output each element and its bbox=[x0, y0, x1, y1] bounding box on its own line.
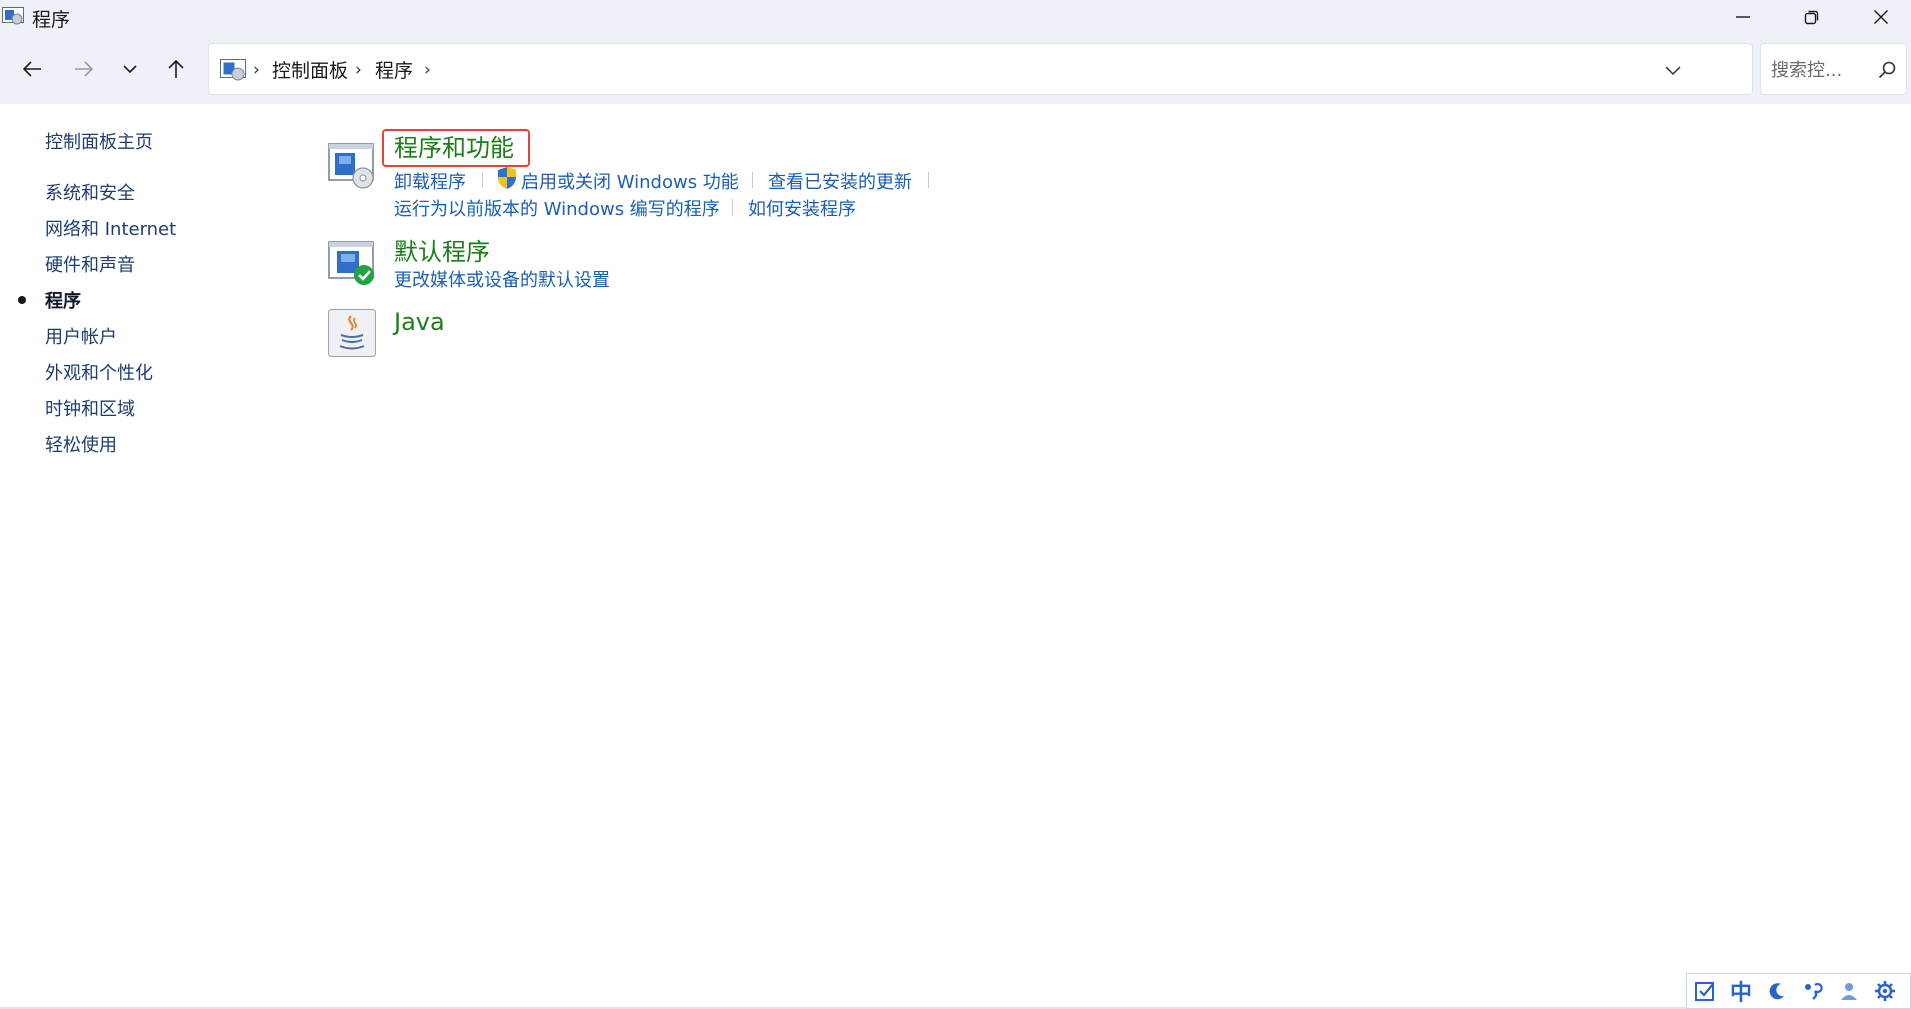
ime-toolbox-button[interactable] bbox=[1687, 974, 1723, 1008]
ime-toolbar: 中 bbox=[1686, 973, 1911, 1009]
default-programs-icon[interactable] bbox=[327, 238, 377, 288]
sidebar-item-clock-region[interactable]: 时钟和区域 bbox=[45, 395, 135, 421]
search-input[interactable] bbox=[1771, 57, 1871, 83]
sidebar-item-network-internet[interactable]: 网络和 Internet bbox=[45, 215, 176, 241]
up-button[interactable] bbox=[158, 51, 194, 87]
ime-punctuation-button[interactable] bbox=[1795, 974, 1831, 1008]
java-icon[interactable] bbox=[327, 308, 377, 358]
sidebar: 控制面板主页 系统和安全 网络和 Internet 硬件和声音 程序 用户帐户 … bbox=[0, 104, 300, 974]
sidebar-item-appearance[interactable]: 外观和个性化 bbox=[45, 359, 153, 385]
window-title: 程序 bbox=[32, 9, 71, 31]
close-button[interactable] bbox=[1851, 0, 1911, 33]
link-separator bbox=[482, 172, 483, 188]
back-button[interactable] bbox=[14, 51, 50, 87]
java-title[interactable]: Java bbox=[394, 308, 445, 336]
link-separator bbox=[732, 199, 733, 215]
ime-halfwidth-button[interactable] bbox=[1759, 974, 1795, 1008]
sidebar-item-programs[interactable]: 程序 bbox=[45, 287, 81, 313]
programs-features-title[interactable]: 程序和功能 bbox=[382, 129, 530, 167]
breadcrumb-programs[interactable]: 程序 bbox=[375, 56, 413, 83]
ime-language-button[interactable]: 中 bbox=[1723, 974, 1759, 1008]
restore-icon bbox=[1804, 10, 1819, 24]
uninstall-program-link[interactable]: 卸载程序 bbox=[394, 168, 466, 194]
arrow-right-icon bbox=[75, 61, 94, 77]
address-bar[interactable]: › 控制面板 › 程序 › bbox=[208, 43, 1753, 95]
close-icon bbox=[1874, 9, 1888, 24]
title-bar: 程序 bbox=[0, 0, 1911, 33]
breadcrumb-separator[interactable]: › bbox=[424, 60, 431, 80]
link-separator bbox=[928, 172, 929, 188]
user-icon bbox=[1841, 983, 1857, 1000]
installed-updates-link[interactable]: 查看已安装的更新 bbox=[768, 168, 912, 194]
breadcrumb-separator: › bbox=[253, 60, 260, 80]
search-icon[interactable] bbox=[1876, 59, 1898, 81]
arrow-left-icon bbox=[22, 61, 41, 77]
default-programs-title[interactable]: 默认程序 bbox=[394, 232, 490, 267]
chevron-down-icon bbox=[1665, 66, 1681, 76]
gear-icon bbox=[1875, 981, 1895, 1001]
media-device-defaults-link[interactable]: 更改媒体或设备的默认设置 bbox=[394, 266, 610, 292]
windows-features-link[interactable]: 启用或关闭 Windows 功能 bbox=[521, 168, 739, 194]
sidebar-item-ease-of-access[interactable]: 轻松使用 bbox=[45, 431, 117, 457]
sidebar-item-system-security[interactable]: 系统和安全 bbox=[45, 179, 135, 205]
ime-user-button[interactable] bbox=[1831, 974, 1867, 1008]
breadcrumb-control-panel[interactable]: 控制面板 bbox=[272, 56, 348, 83]
address-history-button[interactable] bbox=[1651, 54, 1695, 86]
recent-locations-button[interactable] bbox=[112, 51, 148, 87]
sidebar-item-hardware-sound[interactable]: 硬件和声音 bbox=[45, 251, 135, 277]
programs-features-icon[interactable] bbox=[327, 140, 377, 190]
minimize-icon bbox=[1736, 15, 1750, 18]
breadcrumb-separator: › bbox=[355, 60, 362, 80]
compatibility-link[interactable]: 运行为以前版本的 Windows 编写的程序 bbox=[394, 195, 720, 221]
minimize-button[interactable] bbox=[1713, 0, 1773, 33]
link-separator bbox=[752, 172, 753, 188]
ime-toolbox-icon bbox=[1695, 982, 1714, 1001]
sidebar-item-user-accounts[interactable]: 用户帐户 bbox=[45, 323, 117, 349]
moon-icon bbox=[1769, 983, 1784, 1000]
navigation-bar: › 控制面板 › 程序 › bbox=[0, 33, 1911, 104]
sidebar-home-link[interactable]: 控制面板主页 bbox=[45, 128, 153, 154]
punctuation-icon bbox=[1805, 982, 1823, 1000]
uac-shield-icon bbox=[498, 167, 516, 189]
active-indicator-bullet bbox=[18, 296, 26, 304]
search-box[interactable] bbox=[1760, 43, 1907, 95]
forward-button[interactable] bbox=[66, 51, 102, 87]
how-to-install-link[interactable]: 如何安装程序 bbox=[748, 195, 856, 221]
chevron-down-icon bbox=[123, 65, 137, 74]
ime-settings-button[interactable] bbox=[1867, 974, 1903, 1008]
control-panel-icon bbox=[2, 7, 24, 25]
control-panel-icon bbox=[220, 59, 246, 81]
arrow-up-icon bbox=[168, 59, 184, 78]
restore-button[interactable] bbox=[1782, 0, 1842, 33]
